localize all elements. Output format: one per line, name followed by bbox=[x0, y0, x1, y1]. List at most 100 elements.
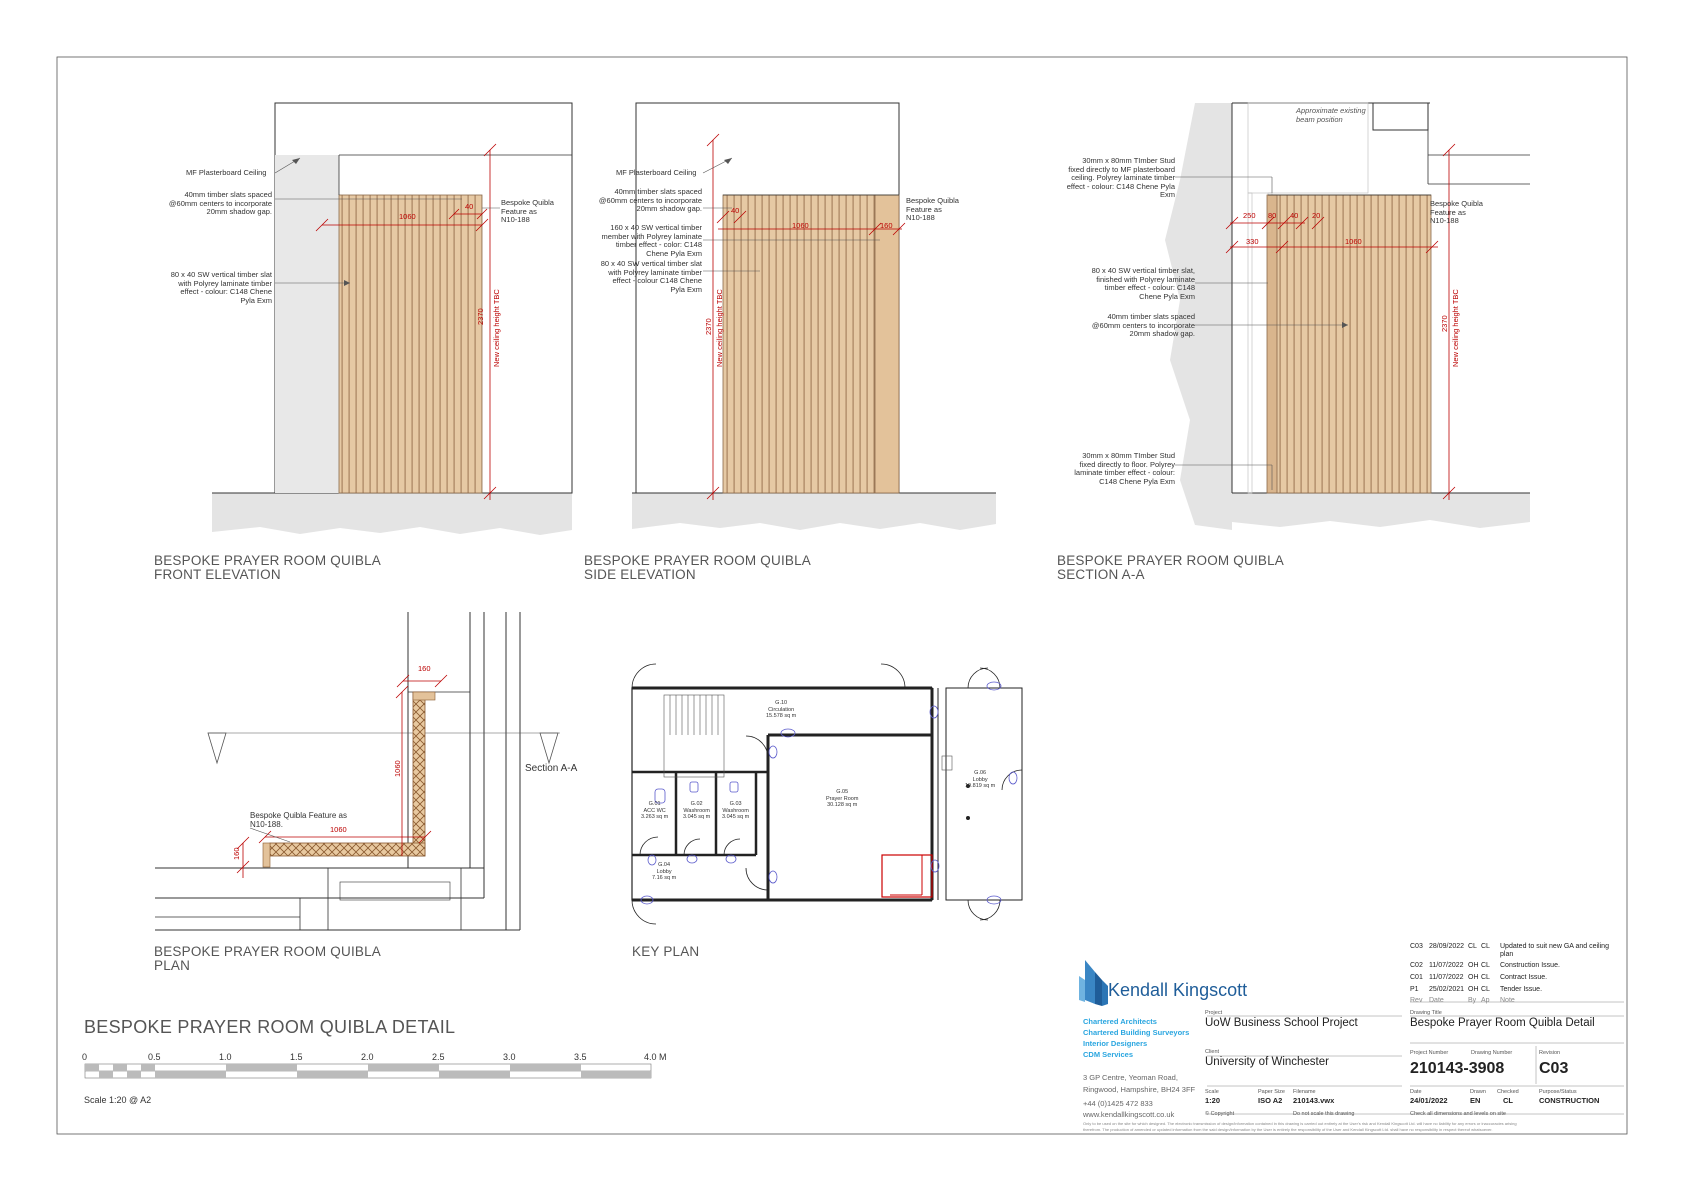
rev-header-note: Note bbox=[1500, 997, 1515, 1004]
rev-2-date: 11/07/2022 bbox=[1429, 962, 1464, 969]
project-value: UoW Business School Project bbox=[1205, 1017, 1358, 1029]
plan-title-1: BESPOKE PRAYER ROOM QUIBLA bbox=[154, 944, 382, 959]
section-dim-height: 2370 bbox=[1440, 315, 1449, 332]
side-slat-note: 80 x 40 SW vertical timber slat with Pol… bbox=[600, 259, 702, 294]
rev-4-date: 25/02/2021 bbox=[1429, 986, 1465, 993]
scale-note: Scale 1:20 @ A2 bbox=[84, 1095, 152, 1105]
copyright: © Copyright bbox=[1205, 1111, 1235, 1117]
scale-tick-0: 0 bbox=[82, 1052, 88, 1062]
revision-value: C03 bbox=[1539, 1060, 1569, 1077]
section-dim-width: 1060 bbox=[1345, 237, 1362, 246]
room-acc-wc: G.01 ACC WC 3.263 sq m bbox=[641, 801, 669, 820]
section-slats-note: 40mm timber slats spaced @60mm centers t… bbox=[1091, 312, 1195, 338]
scale-tick-2.5: 2.5 bbox=[432, 1052, 445, 1062]
status-label: Purpose/Status bbox=[1539, 1089, 1577, 1095]
section-dim-80: 80 bbox=[1268, 211, 1277, 220]
drawing-main-title: BESPOKE PRAYER ROOM QUIBLA DETAIL bbox=[84, 1017, 456, 1037]
scale-tick-2.0: 2.0 bbox=[361, 1052, 374, 1062]
front-bespoke-note: Bespoke Quibla Feature as N10-188 bbox=[501, 198, 554, 224]
project-number-value: 210143-3908 bbox=[1410, 1060, 1505, 1077]
scale-tick-3.0: 3.0 bbox=[503, 1052, 516, 1062]
disclaimer-line-1: Only to be used on the site for which de… bbox=[1083, 1121, 1517, 1126]
side-member-note: 160 x 40 SW vertical timber member with … bbox=[601, 223, 702, 258]
disclaimer-line-2: therefrom. The production of amended or … bbox=[1083, 1127, 1493, 1132]
side-dim-40: 40 bbox=[731, 206, 740, 215]
rev-4-note: Tender Issue. bbox=[1500, 986, 1543, 993]
check-dimensions: Check all dimensions and levels on site bbox=[1410, 1111, 1506, 1117]
drawing-number-label: Drawing Number bbox=[1471, 1050, 1513, 1056]
plan-view bbox=[155, 612, 560, 931]
rev-4-by: OH bbox=[1468, 986, 1479, 993]
rev-1-note: Updated to suit new GA and ceiling bbox=[1500, 943, 1609, 950]
side-title-1: BESPOKE PRAYER ROOM QUIBLA bbox=[584, 553, 812, 568]
rev-2-by: OH bbox=[1468, 962, 1479, 969]
drawing-title-value: Bespoke Prayer Room Quibla Detail bbox=[1410, 1017, 1595, 1029]
side-dim-160: 160 bbox=[880, 221, 893, 230]
side-dim-width: 1060 bbox=[792, 221, 809, 230]
plan-dim-1060-h: 1060 bbox=[330, 825, 347, 834]
front-title-1: BESPOKE PRAYER ROOM QUIBLA bbox=[154, 553, 382, 568]
rev-3-by: OH bbox=[1468, 974, 1479, 981]
rev-header-ap: Ap bbox=[1481, 997, 1490, 1004]
front-dim-width: 1060 bbox=[399, 212, 416, 221]
side-slats-note: 40mm timber slats spaced @60mm centers t… bbox=[598, 187, 702, 213]
scale-tick-1.0: 1.0 bbox=[219, 1052, 232, 1062]
rev-1-code: C03 bbox=[1410, 943, 1423, 950]
section-title-2: SECTION A-A bbox=[1057, 567, 1145, 582]
filename-value: 210143.vwx bbox=[1293, 1096, 1335, 1105]
section-dim-330: 330 bbox=[1246, 237, 1259, 246]
scale-label: Scale bbox=[1205, 1089, 1219, 1095]
rev-header-by: By bbox=[1468, 997, 1477, 1004]
client-value: University of Winchester bbox=[1205, 1056, 1329, 1068]
rev-3-ap: CL bbox=[1481, 974, 1490, 981]
front-slats-note: 40mm timber slats spaced @60mm centers t… bbox=[168, 190, 272, 216]
rev-3-code: C01 bbox=[1410, 974, 1423, 981]
service-surveyors: Chartered Building Surveyors bbox=[1083, 1028, 1190, 1037]
do-not-scale: Do not scale this drawing bbox=[1293, 1111, 1355, 1117]
section-aa bbox=[1165, 102, 1530, 530]
front-ceiling-height: New ceiling height TBC bbox=[492, 289, 501, 367]
rev-4-code: P1 bbox=[1410, 986, 1419, 993]
rev-2-ap: CL bbox=[1481, 962, 1490, 969]
rev-2-note: Construction Issue. bbox=[1500, 962, 1560, 969]
front-dim-40: 40 bbox=[465, 202, 474, 211]
section-stud-floor-note: 30mm x 80mm TImber Stud fixed directly t… bbox=[1074, 451, 1175, 486]
company-web[interactable]: www.kendallkingscott.co.uk bbox=[1083, 1109, 1174, 1121]
scale-value: 1:20 bbox=[1205, 1096, 1221, 1105]
rev-1-ap: CL bbox=[1481, 943, 1490, 950]
scale-tick-0.5: 0.5 bbox=[148, 1052, 161, 1062]
client-label: Client bbox=[1205, 1049, 1220, 1055]
front-dim-height: 2370 bbox=[476, 308, 485, 325]
plan-title-2: PLAN bbox=[154, 958, 191, 973]
rev-header-rev: Rev bbox=[1410, 997, 1423, 1004]
status-value: CONSTRUCTION bbox=[1539, 1096, 1600, 1105]
rev-header-date: Date bbox=[1429, 997, 1444, 1004]
project-label: Project bbox=[1205, 1010, 1223, 1016]
plan-dim-160-side: 160 bbox=[232, 847, 241, 860]
checked-value: CL bbox=[1503, 1096, 1513, 1105]
drawn-value: EN bbox=[1470, 1096, 1481, 1105]
drawing-sheet: MF Plasterboard Ceiling 40mm timber slat… bbox=[0, 0, 1684, 1191]
room-lobby-g04: G.04 Lobby 7.16 sq m bbox=[652, 862, 677, 881]
rev-3-note: Contract Issue. bbox=[1500, 974, 1548, 981]
side-title-2: SIDE ELEVATION bbox=[584, 567, 696, 582]
company-name: Kendall Kingscott bbox=[1108, 980, 1248, 1000]
filename-label: Filename bbox=[1293, 1089, 1316, 1095]
rev-1-date: 28/09/2022 bbox=[1429, 943, 1465, 950]
scale-bar bbox=[84, 1063, 652, 1079]
rev-1-note-2: plan bbox=[1500, 951, 1514, 958]
side-mf-ceiling-note: MF Plasterboard Ceiling bbox=[616, 168, 697, 177]
plan-dim-160-top: 160 bbox=[418, 664, 431, 673]
section-stud-top-note: 30mm x 80mm TImber Stud fixed directly t… bbox=[1066, 156, 1175, 199]
section-dim-20: 20 bbox=[1312, 211, 1321, 220]
section-dim-40: 40 bbox=[1290, 211, 1299, 220]
service-architects: Chartered Architects bbox=[1083, 1017, 1157, 1026]
side-ceiling-height: New ceiling height TBC bbox=[715, 289, 724, 367]
scale-tick-1.5: 1.5 bbox=[290, 1052, 303, 1062]
service-cdm: CDM Services bbox=[1083, 1050, 1134, 1059]
plan-section-label: Section A-A bbox=[525, 763, 578, 774]
front-slat-note: 80 x 40 SW vertical timber slat with Pol… bbox=[170, 270, 272, 305]
room-prayer: G.05 Prayer Room 30.128 sq m bbox=[826, 789, 859, 808]
section-dim-250: 250 bbox=[1243, 211, 1256, 220]
rev-2-code: C02 bbox=[1410, 962, 1423, 969]
